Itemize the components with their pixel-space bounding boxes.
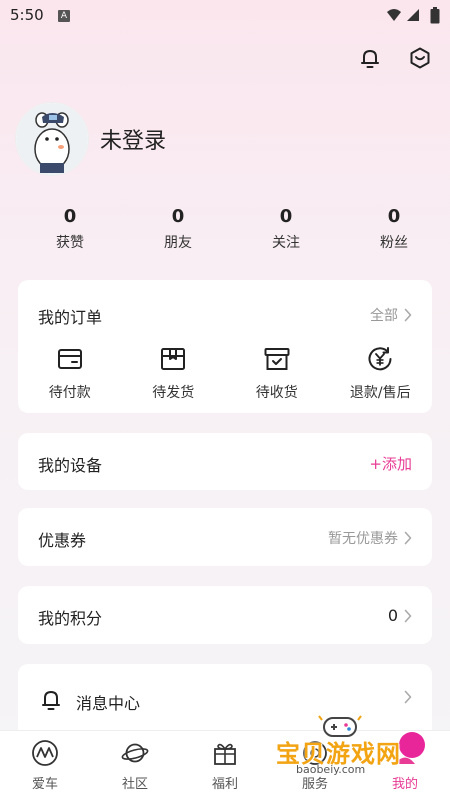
- points-value-group: 0: [388, 606, 412, 625]
- coupon-title: 优惠券: [38, 531, 87, 550]
- battery-icon: [430, 7, 440, 24]
- order-item-label: 待收货: [255, 385, 298, 401]
- points-title: 我的积分: [38, 609, 103, 628]
- tab-benefits[interactable]: 福利: [180, 731, 270, 800]
- inbox-check-icon: [264, 348, 290, 370]
- tab-service[interactable]: 服务: [270, 731, 360, 800]
- orders-all-label: 全部: [370, 308, 398, 324]
- stat-label: 粉丝: [380, 235, 408, 251]
- status-bar: 5:50 A: [0, 0, 450, 32]
- avatar[interactable]: [16, 103, 88, 175]
- bell-icon[interactable]: [358, 46, 382, 70]
- tab-car[interactable]: 爱车: [0, 731, 90, 800]
- stat-label: 朋友: [164, 235, 192, 251]
- stat-label: 关注: [272, 235, 300, 251]
- cell-signal-icon: [407, 9, 419, 21]
- points-card[interactable]: 我的积分 0: [18, 586, 432, 644]
- wallet-icon: [57, 349, 82, 369]
- orders-card: 我的订单 全部 待付款 待发货 待收货 退款/售后: [18, 280, 432, 413]
- profile-stats: 0 获赞 0 朋友 0 关注 0 粉丝: [0, 205, 450, 252]
- orders-all-link[interactable]: 全部: [370, 305, 412, 325]
- device-title: 我的设备: [38, 456, 103, 475]
- stat-value: 0: [279, 206, 293, 227]
- coupon-status-text: 暂无优惠券: [328, 531, 398, 547]
- gift-icon: [214, 743, 236, 765]
- device-card[interactable]: 我的设备 +添加: [18, 433, 432, 490]
- notification-badge: A: [58, 10, 70, 22]
- package-icon: [161, 348, 186, 370]
- settings-hex-icon[interactable]: [408, 46, 432, 70]
- order-pending-shipment[interactable]: 待发货: [122, 346, 226, 402]
- car-logo-icon: [32, 740, 58, 766]
- username[interactable]: 未登录: [100, 123, 166, 155]
- orders-title: 我的订单: [38, 308, 103, 327]
- planet-icon: [121, 743, 149, 763]
- order-item-label: 待发货: [152, 385, 195, 401]
- chevron-right-icon: [404, 308, 412, 322]
- wifi-icon: [387, 9, 401, 21]
- stat-value: 0: [387, 206, 401, 227]
- header-actions: [358, 46, 432, 70]
- tab-label: 爱车: [31, 777, 58, 792]
- message-center-title: 消息中心: [76, 694, 141, 713]
- stat-value: 0: [171, 206, 185, 227]
- order-refund[interactable]: 退款/售后: [329, 346, 433, 402]
- tab-community[interactable]: 社区: [90, 731, 180, 800]
- points-value: 0: [387, 606, 398, 625]
- order-item-label: 待付款: [48, 385, 91, 401]
- mascot-avatar-image: [16, 103, 88, 175]
- tab-label: 服务: [301, 777, 328, 792]
- order-pending-receipt[interactable]: 待收货: [225, 346, 329, 402]
- order-pending-payment[interactable]: 待付款: [18, 346, 122, 402]
- refund-yen-icon: [368, 347, 392, 371]
- message-center-arrow: [404, 690, 412, 704]
- chevron-right-icon: [404, 690, 412, 704]
- service-icon: [303, 741, 327, 765]
- stat-following[interactable]: 0 关注: [232, 205, 340, 252]
- chevron-right-icon: [404, 609, 412, 622]
- profile-header[interactable]: 未登录: [16, 103, 166, 175]
- bottom-tab-bar: 爱车 社区 福利 服务 我的: [0, 730, 450, 800]
- coupon-card[interactable]: 优惠券 暂无优惠券: [18, 508, 432, 566]
- profile-icon: [395, 744, 415, 764]
- tab-label: 我的: [391, 777, 418, 792]
- stat-value: 0: [63, 206, 77, 227]
- tab-profile[interactable]: 我的: [360, 731, 450, 800]
- stat-likes[interactable]: 0 获赞: [16, 205, 124, 252]
- order-status-list: 待付款 待发货 待收货 退款/售后: [18, 346, 432, 402]
- stat-friends[interactable]: 0 朋友: [124, 205, 232, 252]
- chevron-right-icon: [404, 531, 412, 545]
- tab-label: 福利: [211, 777, 238, 792]
- add-device-button[interactable]: +添加: [369, 453, 412, 474]
- tab-label: 社区: [121, 777, 148, 792]
- status-time: 5:50: [10, 6, 44, 24]
- order-item-label: 退款/售后: [349, 385, 411, 401]
- stat-label: 获赞: [56, 235, 84, 251]
- bell-icon: [42, 691, 60, 710]
- stat-followers[interactable]: 0 粉丝: [340, 205, 448, 252]
- coupon-status: 暂无优惠券: [328, 528, 412, 548]
